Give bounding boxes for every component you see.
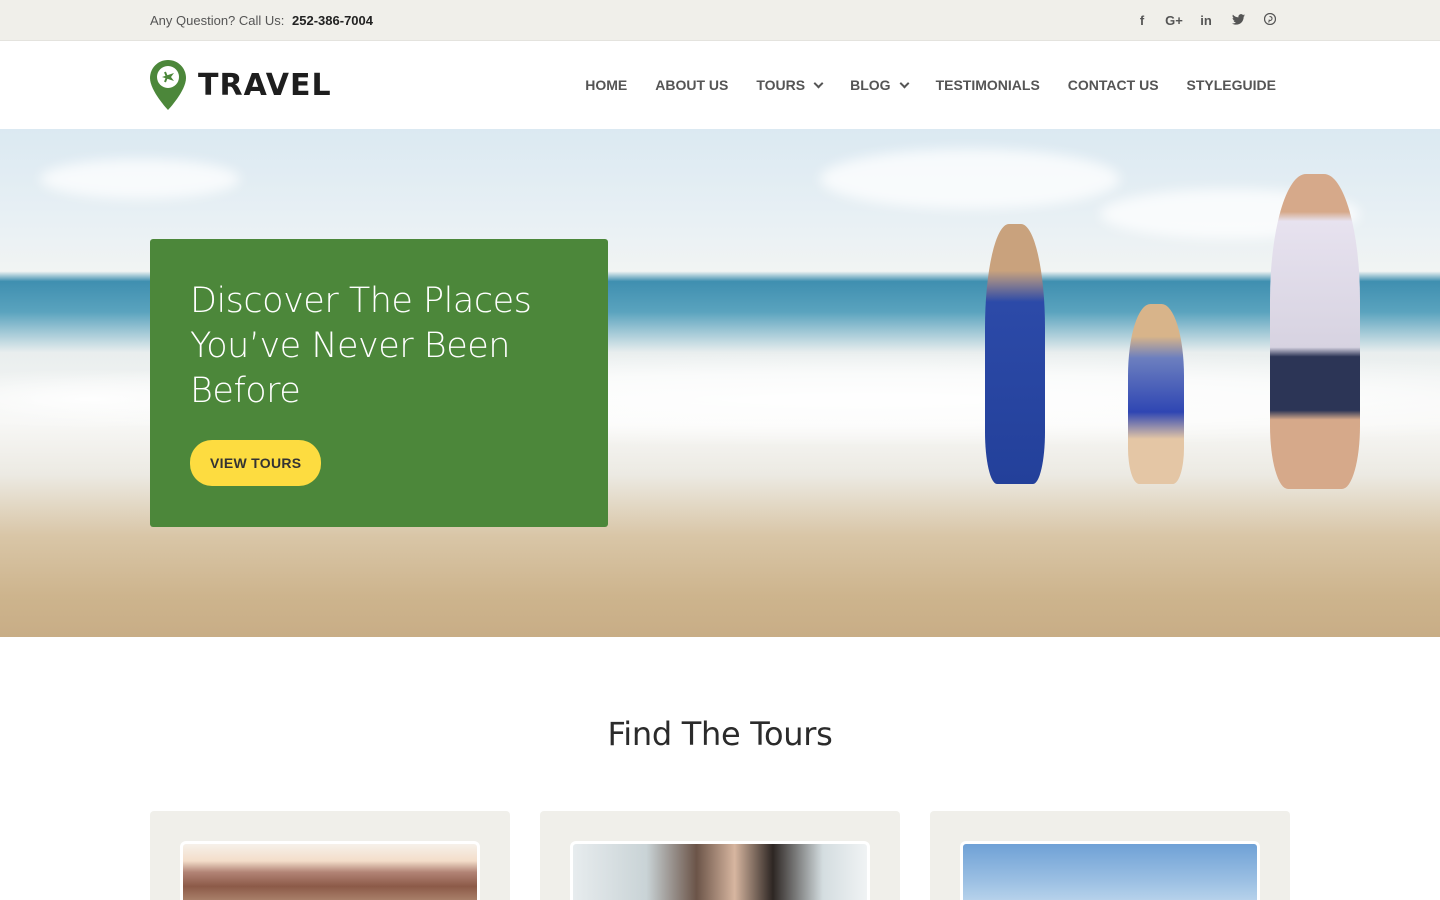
nav-styleguide-label: STYLEGUIDE xyxy=(1186,77,1276,93)
top-bar: Any Question? Call Us: 252-386-7004 f G+… xyxy=(0,0,1440,41)
nav-testimonials[interactable]: TESTIMONIALS xyxy=(936,77,1040,93)
hero-person-child xyxy=(1128,304,1184,484)
facebook-icon[interactable]: f xyxy=(1126,13,1158,28)
tour-card[interactable] xyxy=(930,811,1290,900)
nav-about-us-label: ABOUT US xyxy=(655,77,729,93)
social-links: f G+ in xyxy=(1126,12,1286,28)
hero-person-man xyxy=(1270,174,1360,489)
tour-card-image xyxy=(180,841,480,900)
hero-person-woman xyxy=(985,224,1045,484)
contact-phone[interactable]: 252-386-7004 xyxy=(292,13,373,28)
tour-card[interactable] xyxy=(540,811,900,900)
site-logo[interactable]: TRAVEL xyxy=(150,60,332,110)
tour-card[interactable] xyxy=(150,811,510,900)
twitter-icon[interactable] xyxy=(1222,13,1254,28)
nav-tours-label: TOURS xyxy=(756,77,806,93)
tour-cards xyxy=(150,811,1290,900)
hero-cloud xyxy=(40,159,240,199)
hero-card: Discover The Places You’ve Never Been Be… xyxy=(150,239,608,527)
nav-home-label: HOME xyxy=(585,77,628,93)
nav-blog[interactable]: BLOG xyxy=(850,77,910,93)
tours-section-title: Find The Tours xyxy=(607,715,833,753)
contact-info: Any Question? Call Us: 252-386-7004 xyxy=(150,13,373,28)
nav-blog-label: BLOG xyxy=(850,77,891,93)
hero-cloud xyxy=(820,149,1120,209)
site-header: TRAVEL HOME ABOUT US TOURS BLOG TESTIMON… xyxy=(0,41,1440,129)
contact-question: Any Question? Call Us: xyxy=(150,12,285,28)
logo-text: TRAVEL xyxy=(198,67,332,103)
nav-home[interactable]: HOME xyxy=(585,77,627,93)
tour-card-image xyxy=(570,841,870,900)
hero-banner: Discover The Places You’ve Never Been Be… xyxy=(0,129,1440,637)
tour-card-image xyxy=(960,841,1260,900)
map-pin-plane-icon xyxy=(150,60,186,110)
nav-about-us[interactable]: ABOUT US xyxy=(655,77,728,93)
pinterest-icon[interactable] xyxy=(1254,12,1286,28)
main-nav: HOME ABOUT US TOURS BLOG TESTIMONIALS CO… xyxy=(585,77,1276,93)
chevron-down-icon xyxy=(813,78,824,88)
nav-tours[interactable]: TOURS xyxy=(756,77,824,93)
nav-styleguide[interactable]: STYLEGUIDE xyxy=(1187,77,1276,93)
nav-testimonials-label: TESTIMONIALS xyxy=(935,77,1040,93)
hero-title: Discover The Places You’ve Never Been Be… xyxy=(190,281,532,411)
nav-contact-us[interactable]: CONTACT US xyxy=(1068,77,1159,93)
chevron-down-icon xyxy=(899,78,910,88)
linkedin-icon[interactable]: in xyxy=(1190,13,1222,28)
view-tours-button[interactable]: VIEW TOURS xyxy=(190,440,322,486)
nav-contact-us-label: CONTACT US xyxy=(1067,77,1159,93)
google-plus-icon[interactable]: G+ xyxy=(1158,13,1190,28)
